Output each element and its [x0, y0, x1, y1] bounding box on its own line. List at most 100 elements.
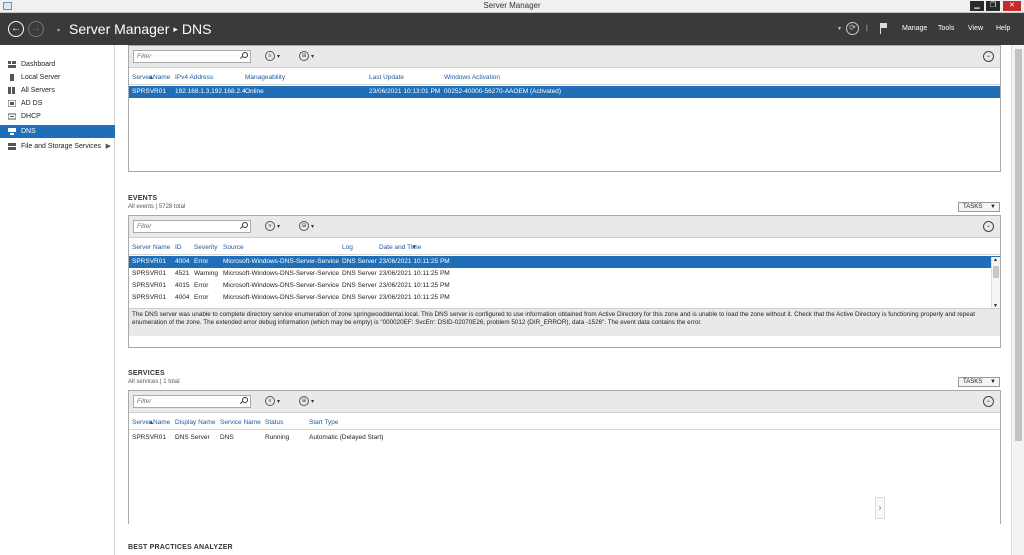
cell-date: 23/06/2021 10:11:25 PM	[379, 294, 450, 301]
forward-button[interactable]: →	[28, 21, 44, 37]
chevron-right-icon[interactable]: ›	[875, 497, 885, 519]
servers-expand-button[interactable]: ⌄	[983, 51, 994, 62]
menu-view[interactable]: View	[968, 25, 983, 32]
sidebar-item-dhcp[interactable]: DHCP	[0, 110, 115, 123]
expand-caret-icon[interactable]: ▶	[106, 140, 111, 153]
breadcrumb: Server Manager ▸ DNS	[69, 21, 211, 37]
col-server-name[interactable]: Server Name	[132, 74, 170, 81]
servers-filter-input[interactable]: Filter	[133, 50, 251, 63]
col-id[interactable]: ID	[175, 244, 182, 251]
servers-list-options-button[interactable]: ≡ ▾	[265, 51, 280, 62]
search-icon[interactable]	[242, 222, 248, 228]
minimize-button[interactable]: ▁	[970, 1, 984, 11]
col-start-type[interactable]: Start Type	[309, 419, 339, 426]
table-row[interactable]: SPRSVR01 4004 Error Microsoft-Windows-DN…	[129, 256, 1000, 268]
cell-manageability: Online	[245, 88, 264, 95]
menu-tools[interactable]: Tools	[938, 25, 954, 32]
dhcp-icon	[8, 113, 16, 120]
nav-history-dropdown[interactable]: ▾	[57, 27, 60, 34]
col-server-name[interactable]: Server Name	[132, 419, 170, 426]
cell-status: Running	[265, 434, 290, 441]
events-column-header: ▼ Server Name ID Severity Source Log Dat…	[129, 238, 1000, 255]
col-windows-activation[interactable]: Windows Activation	[444, 74, 500, 81]
cell-server: SPRSVR01	[132, 282, 166, 289]
col-log[interactable]: Log	[342, 244, 353, 251]
notifications-flag-icon[interactable]	[880, 23, 888, 34]
tasks-label: TASKS	[963, 204, 983, 210]
back-button[interactable]: ←	[8, 21, 24, 37]
search-icon[interactable]	[242, 52, 248, 58]
events-title: EVENTS	[128, 195, 158, 202]
breadcrumb-root[interactable]: Server Manager	[69, 21, 169, 37]
sidebar-item-dns[interactable]: DNS	[0, 125, 115, 138]
scroll-thumb[interactable]	[1015, 49, 1022, 441]
events-list: SPRSVR01 4004 Error Microsoft-Windows-DN…	[129, 256, 1000, 308]
col-source[interactable]: Source	[223, 244, 244, 251]
menu-help[interactable]: Help	[996, 25, 1010, 32]
filter-placeholder: Filter	[137, 223, 152, 230]
sidebar-item-ad-ds[interactable]: AD DS	[0, 97, 115, 110]
servers-icon	[8, 87, 15, 94]
cell-display-name: DNS Server	[175, 434, 210, 441]
col-service-name[interactable]: Service Name	[220, 419, 261, 426]
refresh-icon[interactable]: ⟳	[846, 22, 859, 35]
breadcrumb-separator-icon: ▸	[173, 24, 178, 34]
dropdown-icon: ▾	[277, 53, 281, 60]
cell-id: 4004	[175, 294, 190, 301]
sidebar-item-file-storage[interactable]: File and Storage Services ▶	[0, 140, 115, 153]
list-options-icon: ≡	[265, 221, 275, 231]
events-save-query-button[interactable]: ⊞ ▾	[299, 221, 314, 232]
cell-activation: 00252-40000-56270-AAOEM (Activated)	[444, 88, 562, 95]
scroll-thumb[interactable]	[993, 266, 999, 278]
header-divider: |	[866, 25, 868, 32]
restore-button[interactable]: ❐	[986, 1, 1000, 11]
tasks-label: TASKS	[963, 379, 983, 385]
events-filter-input[interactable]: Filter	[133, 220, 251, 233]
breadcrumb-current: DNS	[181, 21, 212, 37]
scroll-up-icon[interactable]: ▲	[993, 257, 998, 263]
col-last-update[interactable]: Last Update	[369, 74, 404, 81]
col-server-name[interactable]: Server Name	[132, 244, 170, 251]
col-display-name[interactable]: Display Name	[175, 419, 215, 426]
services-column-header: ▲ Server Name Display Name Service Name …	[129, 413, 1000, 430]
menu-manage[interactable]: Manage	[902, 25, 927, 32]
table-row[interactable]: SPRSVR01 192.168.1.3,192.168.2.4 Online …	[129, 86, 1000, 98]
cell-severity: Warning	[194, 270, 218, 277]
servers-tile: Filter ≡ ▾ ⊞ ▾ ⌄ ▲ Server Name IPv4 Addres…	[128, 45, 1001, 172]
sidebar-item-dashboard[interactable]: Dashboard	[0, 58, 115, 71]
events-expand-button[interactable]: ⌄	[983, 221, 994, 232]
table-row[interactable]: SPRSVR01 4004 Error Microsoft-Windows-DN…	[129, 292, 1000, 304]
col-date-time[interactable]: Date and Time	[379, 244, 421, 251]
events-list-options-button[interactable]: ≡ ▾	[265, 221, 280, 232]
dashboard-icon	[8, 61, 16, 68]
sidebar-item-local-server[interactable]: Local Server	[0, 71, 115, 84]
services-expand-button[interactable]: ⌄	[983, 396, 994, 407]
col-ipv4[interactable]: IPv4 Address	[175, 74, 213, 81]
sidebar-item-all-servers[interactable]: All Servers	[0, 84, 115, 97]
table-row[interactable]: SPRSVR01 DNS Server DNS Running Automati…	[129, 432, 1000, 444]
table-row[interactable]: SPRSVR01 4015 Error Microsoft-Windows-DN…	[129, 280, 1000, 292]
events-toolbar: Filter ≡ ▾ ⊞ ▾ ⌄	[129, 216, 1000, 238]
col-severity[interactable]: Severity	[194, 244, 217, 251]
table-row[interactable]: SPRSVR01 4521 Warning Microsoft-Windows-…	[129, 268, 1000, 280]
services-tasks-button[interactable]: TASKS ▼	[958, 377, 1000, 387]
cell-ipv4: 192.168.1.3,192.168.2.4	[175, 88, 246, 95]
servers-save-query-button[interactable]: ⊞ ▾	[299, 51, 314, 62]
services-save-query-button[interactable]: ⊞ ▾	[299, 396, 314, 407]
events-tasks-button[interactable]: TASKS ▼	[958, 202, 1000, 212]
close-button[interactable]: ✕	[1003, 1, 1021, 11]
refresh-dropdown-icon[interactable]: ▾	[838, 25, 841, 32]
services-tile: Filter ≡ ▾ ⊞ ▾ ⌄ ▲ Server Name Display Nam…	[128, 390, 1001, 524]
sidebar-item-label: AD DS	[21, 100, 43, 107]
events-scrollbar[interactable]: ▲ ▼	[991, 257, 1000, 309]
cell-severity: Error	[194, 294, 209, 301]
main-scrollbar[interactable]	[1011, 45, 1024, 555]
col-manageability[interactable]: Manageability	[245, 74, 285, 81]
col-status[interactable]: Status	[265, 419, 283, 426]
events-subtitle: All events | 5728 total	[128, 204, 186, 210]
search-icon[interactable]	[242, 397, 248, 403]
services-list-options-button[interactable]: ≡ ▾	[265, 396, 280, 407]
sidebar-item-label: File and Storage Services	[21, 143, 102, 150]
services-filter-input[interactable]: Filter	[133, 395, 251, 408]
cell-last-update: 23/06/2021 10:13:01 PM	[369, 88, 441, 95]
